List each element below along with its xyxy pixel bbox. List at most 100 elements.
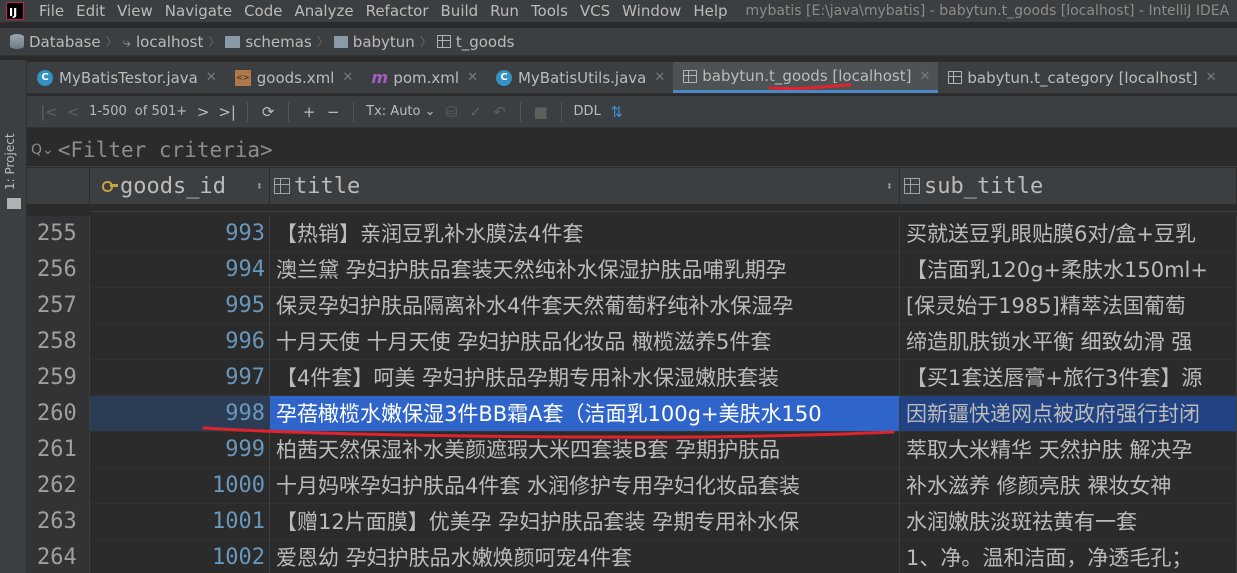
close-icon[interactable]: ✕ [342,70,353,85]
chevron-right-icon: 〉 [105,35,118,49]
close-icon[interactable]: ✕ [467,70,478,85]
menu-help[interactable]: Help [687,2,733,20]
close-icon[interactable]: ✕ [919,69,930,84]
close-icon[interactable]: ✕ [1206,70,1217,85]
table-row[interactable]: 263 1001 【赠12片面膜】优美孕 孕妇护肤品套装 孕期专用补水保 水润嫩肤淡斑… [27,504,1237,540]
breadcrumb-babytun[interactable]: babytun [333,33,415,51]
cell-title[interactable]: 【赠12片面膜】优美孕 孕妇护肤品套装 孕期专用补水保 [270,504,900,540]
ddl-button[interactable]: DDL [570,104,605,119]
menu-view[interactable]: View [111,2,159,20]
next-page-icon[interactable]: > [191,103,215,121]
menu-build[interactable]: Build [435,2,485,20]
close-icon[interactable]: ✕ [206,70,217,85]
cell-sub-title[interactable]: 缔造肌肤锁水平衡 细致幼滑 强 [900,324,1237,360]
cell-goods-id[interactable]: 997 [90,360,270,396]
column-header-goods-id[interactable]: goods_id ⬍ [90,168,270,204]
db-icon[interactable]: ⛁ [440,103,464,121]
cell-title[interactable]: 十月天使 十月天使 孕妇护肤品化妆品 橄榄滋养5件套 [270,324,900,360]
rollback-icon[interactable]: ↶ [488,103,512,121]
cell-title[interactable]: 孕蓓橄榄水嫩保湿3件BB霜A套（洁面乳100g+美肤水150 [270,396,900,432]
cell-goods-id[interactable]: 994 [90,252,270,288]
cell-title[interactable]: 保灵孕妇护肤品隔离补水4件套天然葡萄籽纯补水保湿孕 [270,288,900,324]
cell-sub-title[interactable]: 【洁面乳120g+柔肤水150ml+ [900,252,1237,288]
tab-babytun-t-category[interactable]: babytun.t_category [localhost] ✕ [938,62,1224,93]
table-row[interactable]: 258 996 十月天使 十月天使 孕妇护肤品化妆品 橄榄滋养5件套 缔造肌肤锁水平衡… [27,324,1237,360]
cell-goods-id[interactable]: 999 [90,432,270,468]
cell-title[interactable]: 柏茜天然保湿补水美颜遮瑕大米四套装B套 孕期护肤品 [270,432,900,468]
table-row[interactable]: 255 993 【热销】亲润豆乳补水膜法4件套 买就送豆乳眼贴膜6对/盒+豆乳 [27,216,1237,252]
tab-mybatistestor[interactable]: C MyBatisTestor.java ✕ [27,62,225,93]
tab-goods-xml[interactable]: <> goods.xml ✕ [225,62,362,93]
menu-run[interactable]: Run [484,2,525,20]
cell-sub-title[interactable]: 买就送豆乳眼贴膜6对/盒+豆乳 [900,216,1237,252]
compare-icon[interactable]: ⇅ [605,103,629,121]
cell-title[interactable]: 【4件套】呵美 孕妇护肤品孕期专用补水保湿嫩肤套装 [270,360,900,396]
breadcrumb-t-goods[interactable]: t_goods [436,33,514,51]
cell-sub-title[interactable]: 萃取大米精华 天然护肤 解决孕 [900,432,1237,468]
tab-babytun-t-goods[interactable]: babytun.t_goods [localhost] ✕ [673,62,939,93]
cell-sub-title[interactable]: [保灵始于1985]精萃法国葡萄 [900,288,1237,324]
close-icon[interactable]: ✕ [654,70,665,85]
intellij-logo-icon: IJ [6,2,24,20]
menu-file[interactable]: File [33,2,70,20]
filter-input[interactable]: <Filter criteria> [58,138,273,162]
menu-vcs[interactable]: VCS [574,2,616,20]
delete-row-icon[interactable]: − [321,103,345,121]
menu-analyze[interactable]: Analyze [288,2,359,20]
previous-page-icon[interactable]: < [61,103,85,121]
commit-icon[interactable]: ✓ [464,103,488,121]
cell-goods-id[interactable]: 995 [90,288,270,324]
table-row[interactable]: 262 1000 十月妈咪孕妇护肤品4件套 水润修护专用孕妇化妆品套装 补水滋养 修颜… [27,468,1237,504]
breadcrumb-database[interactable]: Database [10,33,101,51]
table-row[interactable]: 259 997 【4件套】呵美 孕妇护肤品孕期专用补水保湿嫩肤套装 【买1套送唇膏+旅… [27,360,1237,396]
cell-title[interactable]: 【热销】亲润豆乳补水膜法4件套 [270,216,900,252]
cell-sub-title[interactable]: 补水滋养 修颜亮肤 裸妆女神 [900,468,1237,504]
cell-goods-id[interactable]: 998 [90,396,270,432]
cell-title[interactable]: 澳兰黛 孕妇护肤品套装天然纯补水保湿护肤品哺乳期孕 [270,252,900,288]
table-row[interactable]: 261 999 柏茜天然保湿补水美颜遮瑕大米四套装B套 孕期护肤品 萃取大米精华 天然… [27,432,1237,468]
menu-tools[interactable]: Tools [525,2,574,20]
breadcrumb-localhost[interactable]: ⤷ localhost [123,33,204,51]
breadcrumb-schemas[interactable]: schemas [225,33,312,51]
stop-icon[interactable]: ■ [529,103,553,121]
menu-edit[interactable]: Edit [70,2,111,20]
page-range[interactable]: 1-500 [85,104,131,119]
cell-goods-id[interactable]: 993 [90,216,270,252]
tab-pom-xml[interactable]: m pom.xml ✕ [361,62,486,93]
project-tool-button[interactable]: 1: Project [3,133,17,190]
table-row-selected[interactable]: 260 998 孕蓓橄榄水嫩保湿3件BB霜A套（洁面乳100g+美肤水150 因新疆快… [27,396,1237,432]
menu-refactor[interactable]: Refactor [360,2,435,20]
cell-goods-id[interactable]: 1001 [90,504,270,540]
cell-sub-title[interactable]: 1、净。温和洁面，净透毛孔； [900,540,1237,573]
refresh-icon[interactable]: ⟳ [256,103,280,121]
cell-sub-title[interactable]: 水润嫩肤淡斑祛黄有一套 [900,504,1237,540]
column-header-sub-title[interactable]: sub_title [900,168,1237,204]
column-icon [274,178,290,194]
menu-navigate[interactable]: Navigate [159,2,238,20]
tab-mybatisutils[interactable]: C MyBatisUtils.java ✕ [486,62,673,93]
cell-title[interactable]: 爱恩幼 孕妇护肤品水嫩焕颜呵宠4件套 [270,540,900,573]
transaction-mode-dropdown[interactable]: Tx: Auto ⌄ [362,104,439,119]
row-number: 259 [27,360,90,396]
cell-goods-id[interactable]: 1000 [90,468,270,504]
chevron-right-icon: 〉 [208,35,221,49]
cell-sub-title[interactable]: 因新疆快递网点被政府强行封闭 [900,396,1237,432]
table-row[interactable]: 264 1002 爱恩幼 孕妇护肤品水嫩焕颜呵宠4件套 1、净。温和洁面，净透毛孔； [27,540,1237,573]
cell-goods-id[interactable]: 996 [90,324,270,360]
table-row[interactable]: 256 994 澳兰黛 孕妇护肤品套装天然纯补水保湿护肤品哺乳期孕 【洁面乳120g+… [27,252,1237,288]
filter-bar[interactable]: Q⌄ <Filter criteria> [27,133,1237,167]
menu-code[interactable]: Code [238,2,288,20]
cell-sub-title[interactable]: 【买1套送唇膏+旅行3件套】源 [900,360,1237,396]
column-header-title[interactable]: title ⬍ [270,168,900,204]
cell-goods-id[interactable]: 1002 [90,540,270,573]
table-row[interactable]: 257 995 保灵孕妇护肤品隔离补水4件套天然葡萄籽纯补水保湿孕 [保灵始于1985… [27,288,1237,324]
sort-icon[interactable]: ⬍ [256,179,263,193]
sort-icon[interactable]: ⬍ [886,179,893,193]
last-page-icon[interactable]: >| [215,103,239,121]
first-page-icon[interactable]: |< [37,103,61,121]
cell-title[interactable]: 十月妈咪孕妇护肤品4件套 水润修护专用孕妇化妆品套装 [270,468,900,504]
table-icon [948,71,963,84]
add-row-icon[interactable]: + [297,103,321,121]
menu-window[interactable]: Window [616,2,687,20]
schema-icon [333,35,348,48]
